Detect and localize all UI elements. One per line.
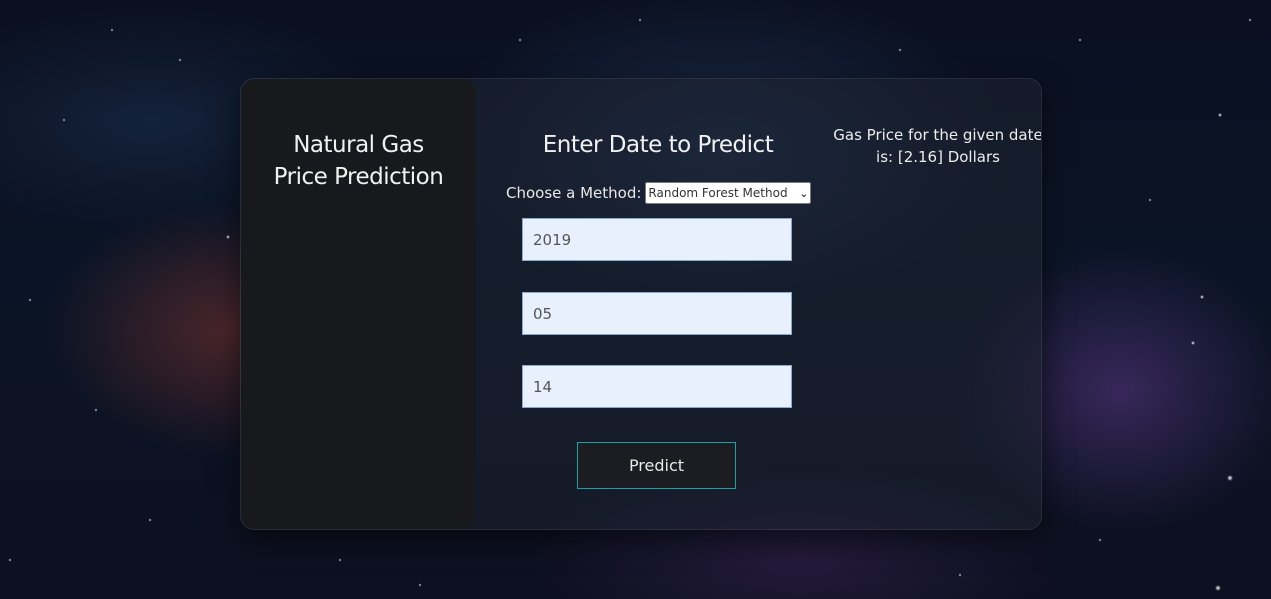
method-row: Choose a Method: Random Forest Method ⌄: [506, 182, 812, 204]
form-title: Enter Date to Predict: [542, 132, 774, 158]
method-select-value: Random Forest Method: [648, 186, 788, 200]
app-title: Natural Gas Price Prediction: [241, 129, 476, 193]
method-select[interactable]: Random Forest Method ⌄: [645, 182, 812, 204]
sidebar-panel: Natural Gas Price Prediction: [241, 79, 476, 529]
prediction-result: Gas Price for the given date is: [2.16] …: [833, 126, 1042, 166]
method-label: Choose a Method:: [506, 184, 642, 202]
predict-button[interactable]: Predict: [577, 442, 736, 489]
day-input[interactable]: [522, 365, 792, 408]
prediction-card: Natural Gas Price Prediction Enter Date …: [240, 78, 1042, 530]
app-title-line-2: Price Prediction: [273, 164, 444, 190]
month-input[interactable]: [522, 292, 792, 335]
app-title-line-1: Natural Gas: [293, 132, 424, 158]
chevron-down-icon: ⌄: [799, 186, 809, 200]
year-input[interactable]: [522, 218, 792, 261]
